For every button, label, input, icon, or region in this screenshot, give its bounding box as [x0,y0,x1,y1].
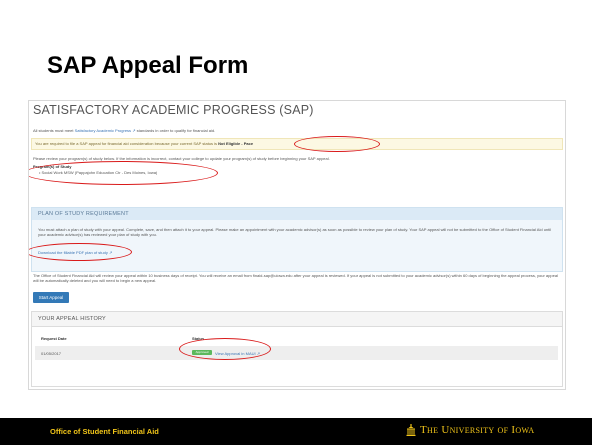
table-row: 01/05/2017 Approved View Approval in MAU… [35,346,558,360]
plan-of-study-text: You must attach a plan of study with you… [38,227,552,237]
request-date-cell: 01/05/2017 [41,351,62,356]
view-approval-label: View Approval in MAUI [215,351,256,356]
download-plan-link[interactable]: Download the fillable PDF plan of study [38,250,108,255]
intro-text-after: standards in order to qualify for financ… [136,128,216,133]
external-link-icon: ↗ [256,351,261,356]
university-name: The University of Iowa [420,424,535,436]
appeal-history-header: YOUR APPEAL HISTORY [32,312,562,327]
external-link-icon: ↗ [132,128,136,133]
sap-status-value: Not Eligible - Pace [218,141,254,146]
view-approval-link[interactable]: View Approval in MAUI ↗ [215,351,260,356]
plan-of-study-title: PLAN OF STUDY REQUIREMENT [38,211,129,217]
sap-standards-link[interactable]: Satisfactory Academic Progress [75,128,131,133]
appeal-history-title: YOUR APPEAL HISTORY [38,316,106,322]
page-heading: SATISFACTORY ACADEMIC PROGRESS (SAP) [33,103,314,117]
sap-warning-alert: You are required to file a SAP appeal fo… [31,138,563,150]
column-header-status: Status [192,336,205,341]
external-link-icon: ↗ [108,250,113,255]
start-appeal-button[interactable]: Start Appeal [33,292,69,303]
sap-page-screenshot: SATISFACTORY ACADEMIC PROGRESS (SAP) All… [28,100,566,390]
status-badge: Approved [192,350,212,355]
plan-of-study-panel: PLAN OF STUDY REQUIREMENT You must attac… [31,207,563,272]
verify-program-text: Please review your program(s) of study b… [33,156,330,161]
program-list-item: • Social Work MSW (Pappajohn Education C… [39,170,158,175]
column-header-request-date: Request Date [41,336,67,341]
slide-footer: Office of Student Financial Aid The Univ… [0,418,592,445]
office-review-text: The Office of Student Financial Aid will… [33,273,558,283]
programs-label: Program(s) of Study [33,164,72,169]
intro-paragraph: All students must meet Satisfactory Acad… [33,128,553,133]
footer-office-name: Office of Student Financial Aid [50,427,159,436]
slide-title: SAP Appeal Form [47,52,249,79]
warning-text: You are required to file a SAP appeal fo… [35,141,218,146]
program-name: Social Work MSW (Pappajohn Education Ctr… [41,170,158,175]
appeal-history-panel: YOUR APPEAL HISTORY Request Date Status … [31,311,563,387]
download-plan-link-wrap: Download the fillable PDF plan of study … [38,250,112,255]
old-capitol-icon [406,424,416,437]
plan-of-study-header: PLAN OF STUDY REQUIREMENT [32,208,562,220]
footer-university: The University of Iowa [406,424,535,437]
intro-text: All students must meet [33,128,74,133]
